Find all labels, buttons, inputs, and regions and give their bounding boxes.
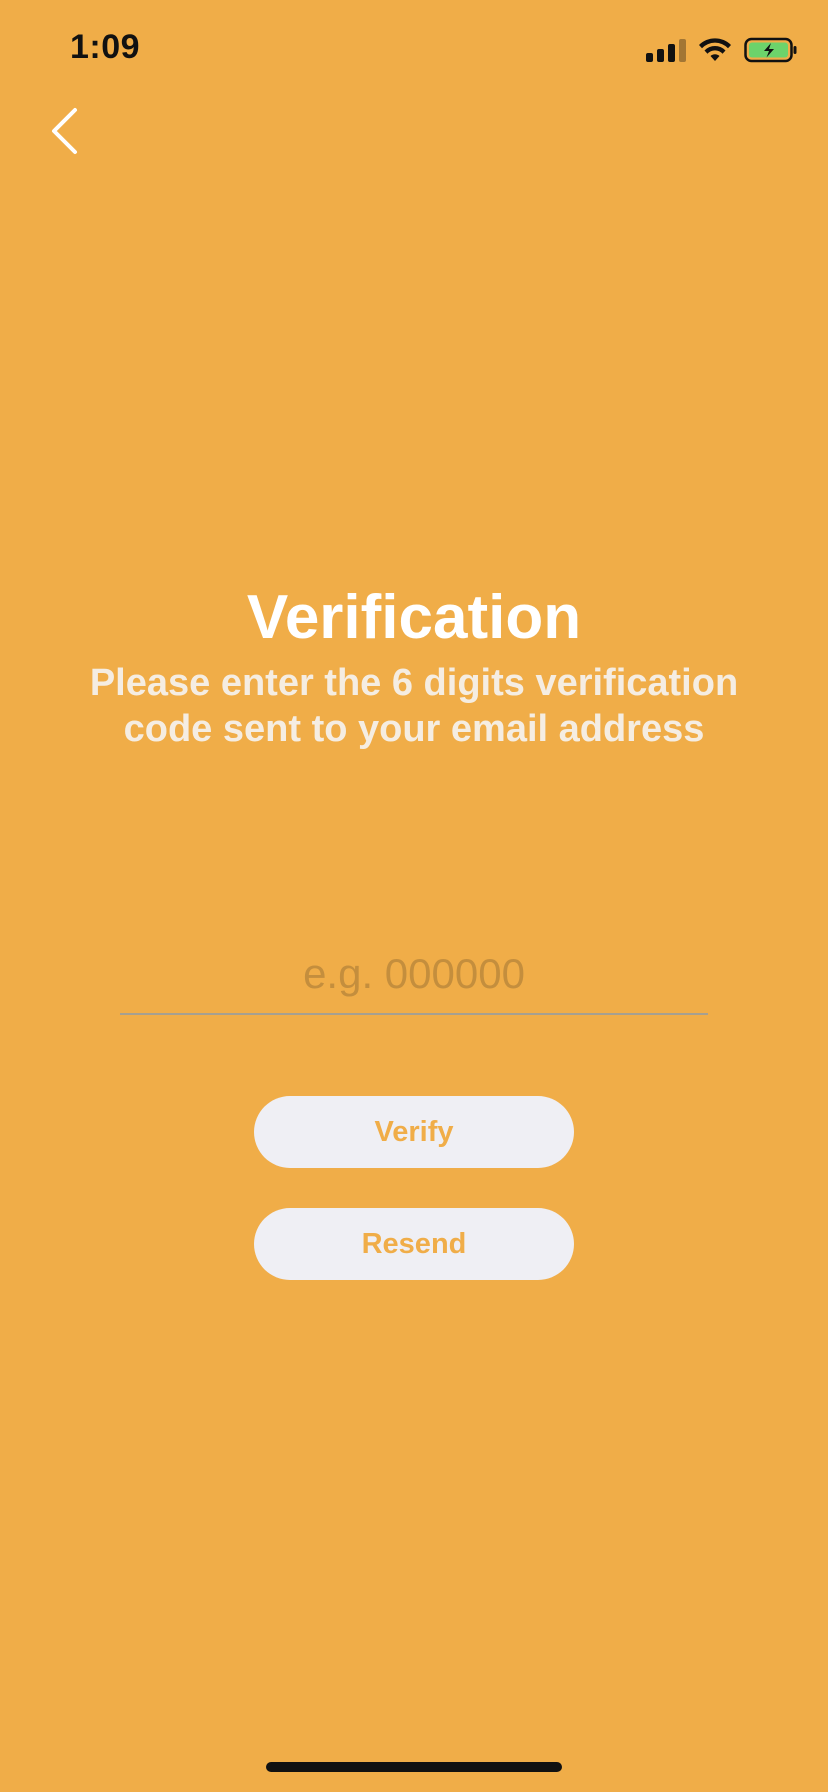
status-bar: 1:09: [0, 0, 828, 100]
verify-button[interactable]: Verify: [254, 1096, 574, 1168]
page-subtitle: Please enter the 6 digits verification c…: [89, 662, 739, 750]
back-button[interactable]: [40, 100, 90, 162]
resend-button[interactable]: Resend: [254, 1208, 574, 1280]
page-title: Verification: [246, 583, 582, 652]
signal-icon: [646, 38, 686, 62]
status-icons: [646, 36, 798, 64]
status-time: 1:09: [70, 28, 141, 66]
verification-code-input[interactable]: [120, 935, 708, 1015]
chevron-left-icon: [52, 108, 77, 154]
battery-charging-icon: [744, 37, 797, 63]
wifi-icon: [699, 38, 731, 61]
verification-screen: 1:09 Verification Please enter the 6 dig…: [0, 0, 828, 1792]
home-indicator[interactable]: [266, 1762, 562, 1772]
